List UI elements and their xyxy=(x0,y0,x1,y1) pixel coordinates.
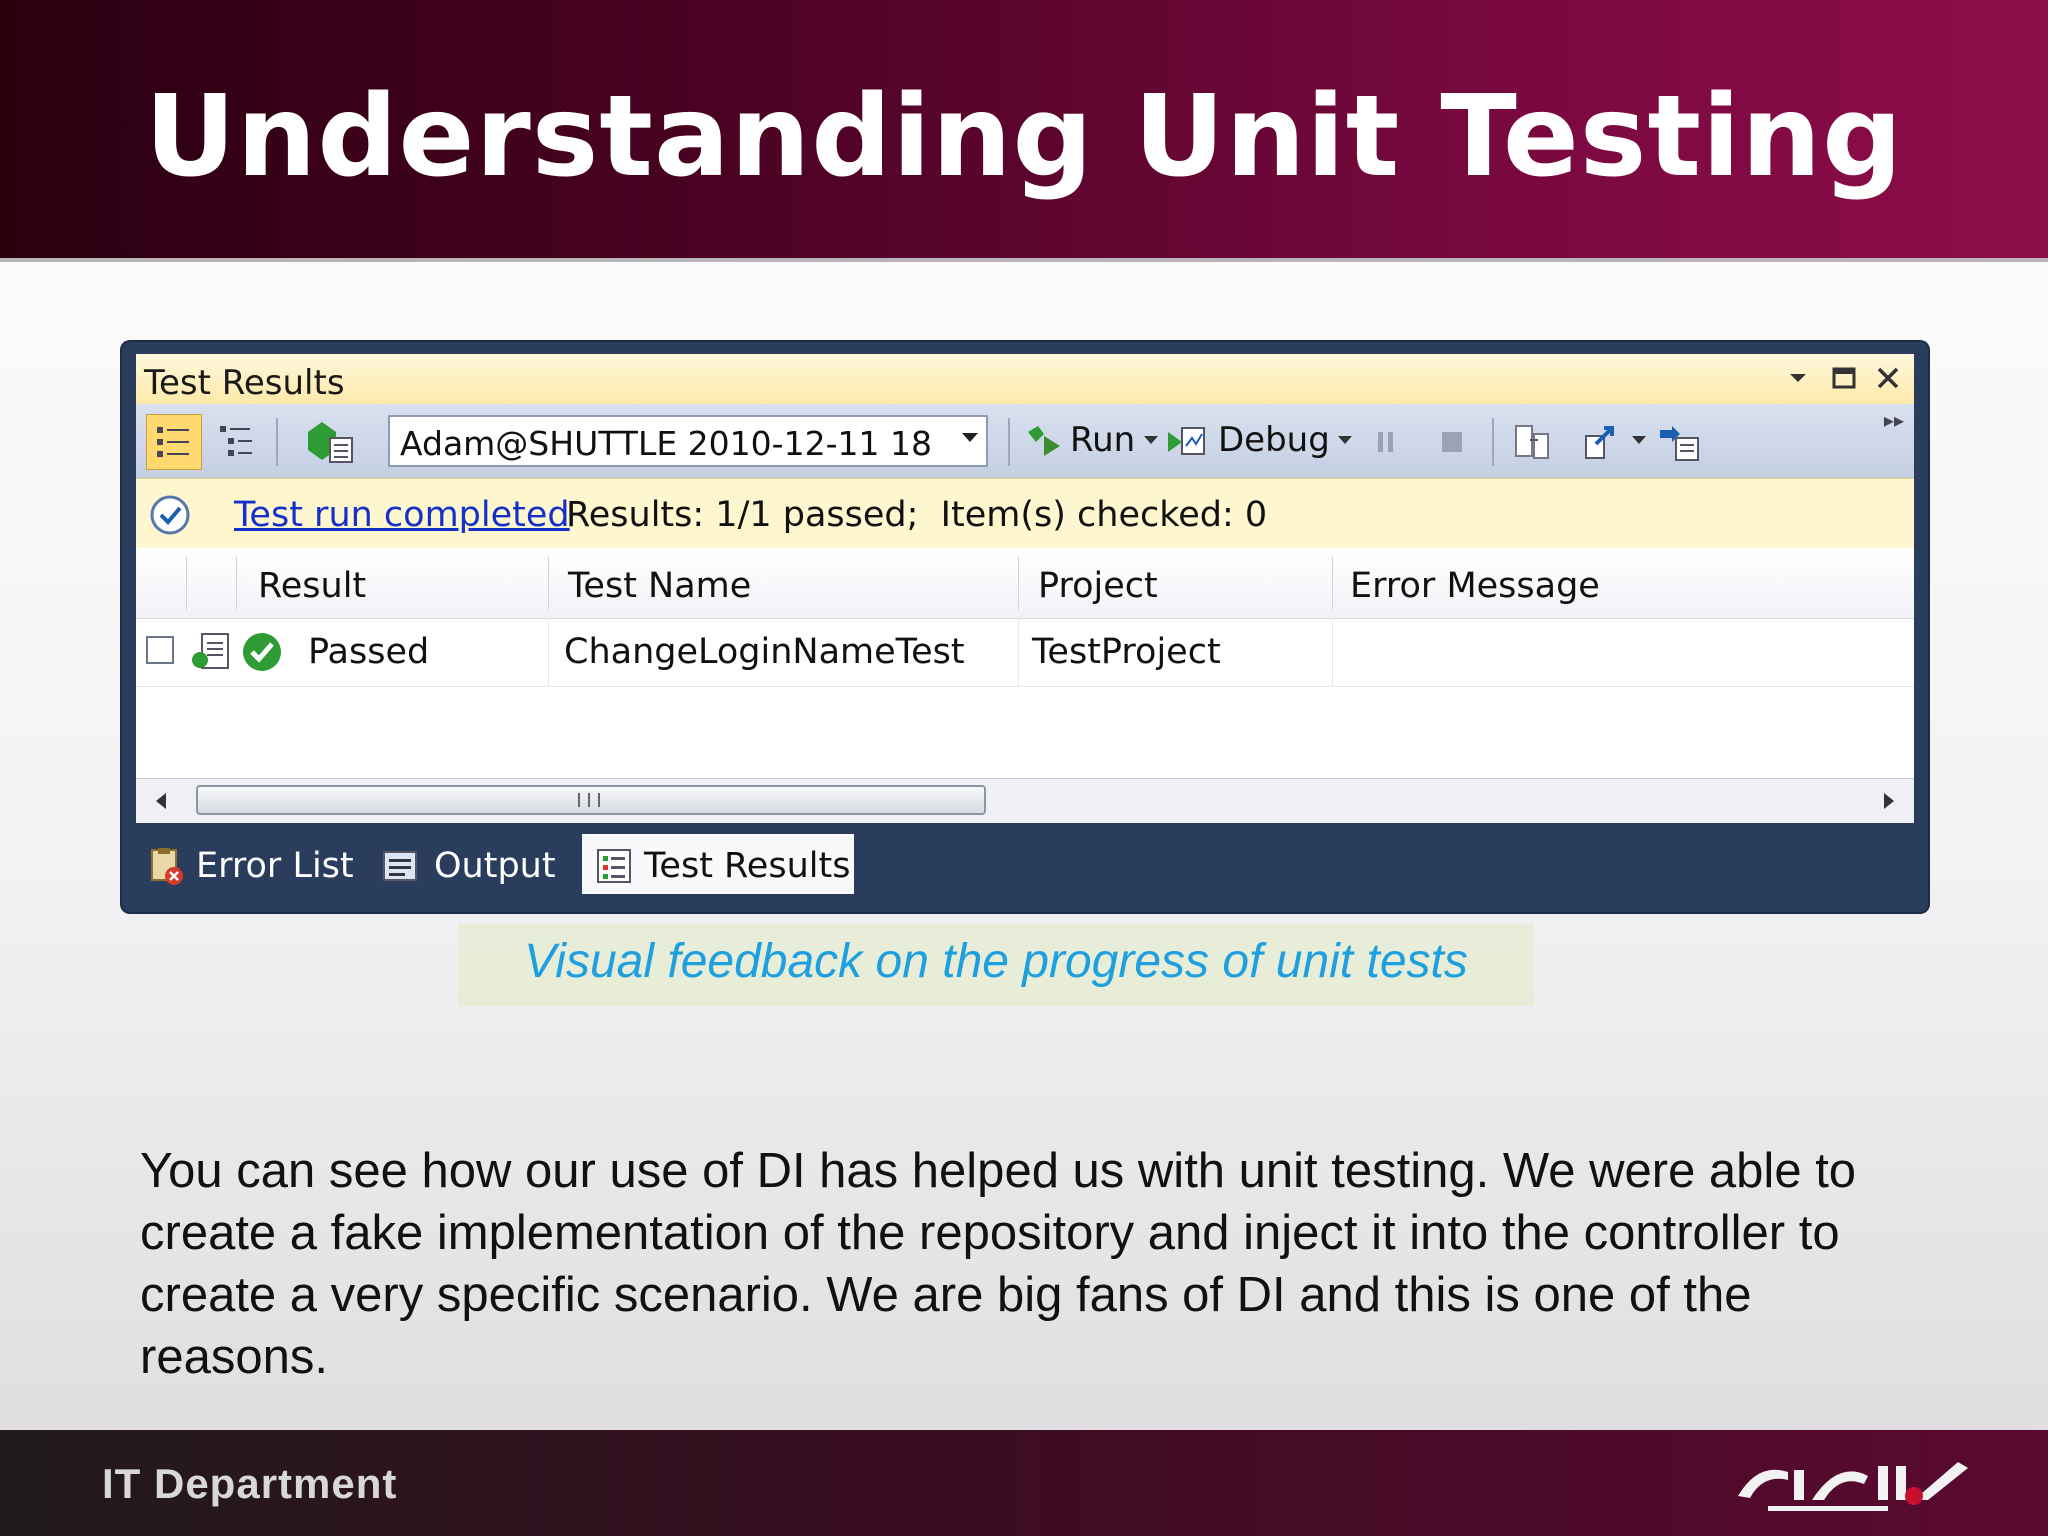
slide-caption: Visual feedback on the progress of unit … xyxy=(524,935,1468,988)
publish-dropdown-icon[interactable] xyxy=(1632,436,1646,444)
column-header-project[interactable]: Project xyxy=(1038,566,1158,606)
company-logo xyxy=(1728,1452,1988,1522)
test-status-bar: Test run completed Results: 1/1 passed; … xyxy=(136,478,1914,550)
debug-dropdown-icon[interactable] xyxy=(1338,436,1352,444)
grip-icon xyxy=(578,793,600,807)
debug-icon[interactable] xyxy=(1166,422,1206,462)
passed-check-icon xyxy=(240,630,284,674)
tab-test-results[interactable]: Test Results xyxy=(582,834,854,894)
footer-department: IT Department xyxy=(102,1460,398,1507)
row-checkbox[interactable] xyxy=(146,636,174,664)
group-by-list-icon[interactable] xyxy=(146,414,202,470)
tab-output[interactable]: Output xyxy=(380,834,576,894)
status-check-icon xyxy=(148,493,192,537)
slide-body-text: You can see how our use of DI has helped… xyxy=(140,1144,1857,1384)
stop-icon[interactable] xyxy=(1432,422,1472,462)
tab-label: Error List xyxy=(196,846,354,886)
scrollbar-thumb[interactable] xyxy=(196,785,986,815)
test-run-icon[interactable] xyxy=(304,418,360,464)
test-results-icon xyxy=(594,846,632,884)
grid-header: Result Test Name Project Error Message xyxy=(136,548,1914,619)
column-header-result[interactable]: Result xyxy=(258,566,366,606)
pause-icon[interactable] xyxy=(1366,422,1406,462)
close-icon[interactable] xyxy=(1870,360,1906,396)
run-icon[interactable] xyxy=(1024,422,1064,462)
slide-footer: IT Department xyxy=(0,1430,2048,1536)
results-summary: Results: 1/1 passed; Item(s) checked: 0 xyxy=(566,495,1268,535)
scroll-right-icon[interactable] xyxy=(1884,793,1894,809)
run-dropdown-icon[interactable] xyxy=(1144,436,1158,444)
test-results-grid: Result Test Name Project Error Message P… xyxy=(136,548,1914,794)
bottom-tab-strip: Error List Output Test Results xyxy=(136,834,1914,898)
column-header-error-message[interactable]: Error Message xyxy=(1350,566,1600,606)
scroll-left-icon[interactable] xyxy=(156,793,166,809)
toolbar-overflow-icon[interactable]: ▸▸ xyxy=(1884,408,1904,433)
test-results-window: Test Results Adam@SHUTTLE 2010-12-11 18:… xyxy=(122,342,1928,912)
tab-error-list[interactable]: Error List xyxy=(136,834,368,894)
dropdown-icon[interactable] xyxy=(1780,360,1816,396)
horizontal-scrollbar[interactable] xyxy=(136,778,1914,823)
run-button[interactable]: Run xyxy=(1070,420,1135,460)
window-titlebar: Test Results xyxy=(136,354,1914,404)
maximize-icon[interactable] xyxy=(1826,360,1862,396)
group-by-tree-icon[interactable] xyxy=(216,422,256,462)
cell-result: Passed xyxy=(308,632,430,672)
test-run-selector-value: Adam@SHUTTLE 2010-12-11 18:4 xyxy=(400,424,930,463)
header-divider xyxy=(0,258,2048,262)
table-row[interactable]: Passed ChangeLoginNameTest TestProject xyxy=(136,618,1914,687)
slide-header: Understanding Unit Testing xyxy=(0,0,2048,258)
test-list-icon[interactable] xyxy=(1658,422,1699,462)
test-run-completed-link[interactable]: Test run completed xyxy=(234,495,570,535)
cell-test-name: ChangeLoginNameTest xyxy=(564,632,965,672)
tab-label: Test Results xyxy=(644,846,851,886)
slide-title: Understanding Unit Testing xyxy=(144,72,1904,202)
error-list-icon xyxy=(146,846,184,885)
cell-project: TestProject xyxy=(1032,632,1221,672)
publish-icon[interactable] xyxy=(1582,422,1622,462)
output-icon xyxy=(380,846,418,884)
import-results-icon[interactable] xyxy=(1512,422,1552,462)
test-document-icon xyxy=(190,630,234,674)
window-title: Test Results xyxy=(144,363,345,403)
debug-button[interactable]: Debug xyxy=(1218,420,1330,460)
test-run-selector[interactable]: Adam@SHUTTLE 2010-12-11 18:4 xyxy=(388,415,988,467)
chevron-down-icon xyxy=(962,433,978,442)
window-toolbar: Adam@SHUTTLE 2010-12-11 18:4 Run Debug ▸… xyxy=(136,404,1914,479)
tab-label: Output xyxy=(434,846,556,886)
column-header-test-name[interactable]: Test Name xyxy=(568,566,751,606)
